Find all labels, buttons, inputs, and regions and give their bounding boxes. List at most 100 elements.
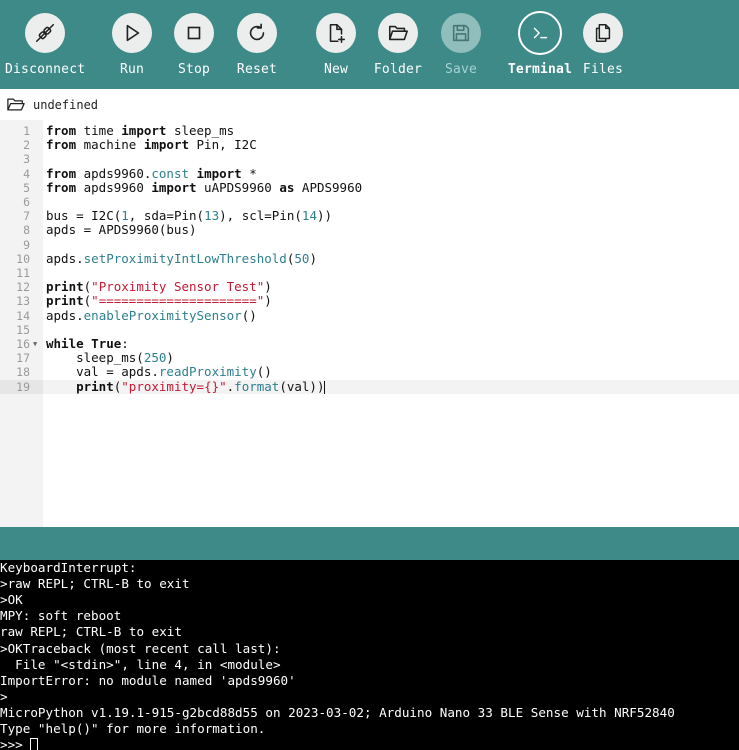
code-line[interactable]: 10 apds.setProximityIntLowThreshold(50): [0, 250, 739, 266]
terminal-line: ImportError: no module named 'apds9960': [0, 673, 296, 689]
save-button[interactable]: Save: [421, 0, 501, 89]
line-number: 10: [16, 251, 30, 266]
terminal-line-text: >>>: [0, 737, 31, 750]
code-editor[interactable]: 1 from time import sleep_ms 2 from machine …: [0, 120, 739, 527]
code-token: print: [46, 279, 84, 295]
code-line[interactable]: 18 val = apds.readProximity(): [0, 365, 739, 380]
line-number: 8: [23, 223, 30, 238]
terminal-cursor: [30, 738, 39, 750]
code-line[interactable]: 5 from apds9960 import uAPDS9960 as APDS9…: [0, 179, 739, 195]
line-number: 6: [23, 195, 30, 209]
line-number: 16: [16, 337, 30, 351]
line-number: 17: [16, 351, 30, 366]
code-token: sleep_ms: [166, 123, 235, 138]
terminal-line: >OK: [0, 592, 23, 608]
terminal-line-text: >: [0, 688, 8, 704]
disconnect-label: Disconnect: [5, 62, 86, 77]
terminal-line: KeyboardInterrupt:: [0, 560, 136, 576]
terminal-line-text: >OK: [0, 592, 23, 608]
code-text: sleep_ms(250): [46, 351, 174, 365]
terminal-line: raw REPL; CTRL-B to exit: [0, 624, 182, 640]
code-token: sleep_ms(: [46, 350, 144, 366]
code-token: enableProximitySensor: [83, 307, 242, 323]
code-line[interactable]: 16 ▼ while True:: [0, 336, 739, 351]
code-line[interactable]: 12 print("Proximity Sensor Test"): [0, 279, 739, 295]
terminal-line-text: Type "help()" for more information.: [0, 721, 266, 736]
code-line[interactable]: 14 apds.enableProximitySensor(): [0, 307, 739, 323]
terminal-panel[interactable]: KeyboardInterrupt: >raw REPL; CTRL-B to e…: [0, 560, 739, 750]
code-token: "proximity={}": [121, 378, 227, 394]
code-line[interactable]: 3: [0, 152, 739, 166]
code-line[interactable]: 7 bus = I2C(1, sda=Pin(13), scl=Pin(14)): [0, 209, 739, 224]
code-token: ): [309, 250, 317, 266]
code-line[interactable]: 4 from apds9960.const import *: [0, 165, 739, 181]
terminal-line-text: File "<stdin>", line 4, in <module>: [0, 656, 281, 672]
terminal-line: MicroPython v1.19.1-915-g2bcd88d55 on 20…: [0, 705, 675, 721]
line-number: 11: [16, 266, 30, 280]
code-token: from: [46, 179, 77, 195]
code-token: apds.: [46, 250, 84, 266]
code-token: print: [46, 293, 84, 309]
line-number: 15: [16, 322, 30, 337]
line-number: 13: [16, 294, 30, 309]
code-text: print("proximity={}".format(val)): [46, 378, 326, 394]
panel-divider[interactable]: [0, 527, 739, 560]
code-text: val = apds.readProximity(): [46, 365, 272, 379]
disconnect-button[interactable]: Disconnect: [5, 0, 85, 89]
file-name: undefined: [33, 97, 99, 112]
code-line[interactable]: 13 print("====================="): [0, 293, 739, 309]
line-number: 19: [0, 379, 43, 394]
terminal-line: >: [0, 689, 8, 705]
code-text: while True:: [46, 336, 129, 351]
code-line[interactable]: 9: [0, 238, 739, 252]
code-line[interactable]: 17 sleep_ms(250): [0, 351, 739, 366]
terminal-line: >OKTraceback (most recent call last):: [0, 641, 281, 657]
code-token: , sda=Pin(: [128, 208, 205, 224]
line-number: 9: [23, 237, 30, 252]
code-line[interactable]: 2 from machine import Pin, I2C: [0, 137, 739, 153]
code-token: Pin, I2C: [189, 137, 257, 153]
code-text: bus = I2C(1, sda=Pin(13), scl=Pin(14)): [46, 209, 332, 223]
code-text: from apds9960.const import *: [46, 165, 257, 181]
terminal-line-text: >raw REPL; CTRL-B to exit: [0, 576, 190, 592]
code-line[interactable]: 15: [0, 323, 739, 337]
fold-arrow-icon[interactable]: ▼: [33, 337, 37, 351]
files-button[interactable]: Files: [563, 0, 643, 89]
terminal-line: >>>: [0, 737, 39, 750]
play-icon: [126, 24, 140, 42]
code-token: (): [241, 307, 257, 323]
code-line[interactable]: 6: [0, 195, 739, 209]
code-token: True: [91, 336, 122, 351]
reset-icon: [249, 23, 265, 41]
line-number: 3: [23, 152, 30, 167]
code-token: ): [166, 350, 174, 366]
code-token: time: [76, 123, 122, 138]
terminal-line: File "<stdin>", line 4, in <module>: [0, 656, 281, 673]
plug-disconnect-icon: [35, 23, 55, 43]
folder-icon[interactable]: [7, 97, 25, 113]
code-line[interactable]: 8 apds = APDS9960(bus): [0, 222, 739, 238]
code-token: (): [256, 364, 272, 380]
code-token: bus = I2C(: [46, 208, 122, 224]
line-number: 7: [23, 209, 30, 224]
code-line[interactable]: 1 from time import sleep_ms: [0, 123, 739, 138]
files-icon: [595, 24, 611, 42]
code-text: apds.setProximityIntLowThreshold(50): [46, 250, 317, 266]
code-token: apds = APDS9960(bus): [46, 222, 197, 238]
text-cursor: [324, 380, 326, 394]
code-line[interactable]: 11: [0, 266, 739, 280]
code-token: const: [151, 165, 190, 181]
code-token: 50: [294, 250, 310, 266]
code-token: machine: [76, 137, 144, 153]
code-token: as: [279, 179, 295, 195]
code-line[interactable]: 19 print("proximity={}".format(val)): [0, 378, 739, 394]
terminal-line-text: MPY: soft reboot: [0, 608, 122, 624]
line-number: 1: [23, 124, 30, 138]
terminal-line-text: ImportError: no module named 'apds9960': [0, 672, 296, 688]
reset-button[interactable]: Reset: [217, 0, 297, 89]
folder-open-icon: [388, 25, 408, 41]
terminal-line-text: KeyboardInterrupt:: [0, 560, 137, 575]
line-number: 12: [16, 280, 30, 295]
terminal-line: MPY: soft reboot: [0, 608, 121, 624]
